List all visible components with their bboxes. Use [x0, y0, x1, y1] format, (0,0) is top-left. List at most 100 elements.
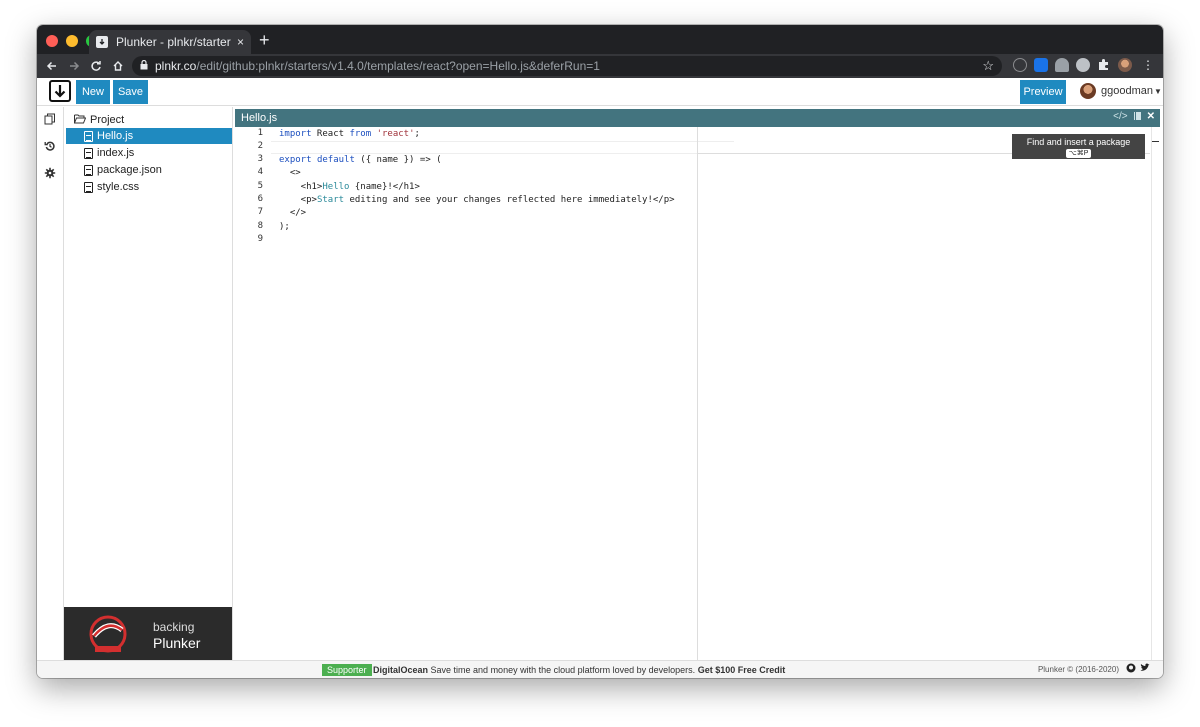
code-editor[interactable]: 1 2 3 4 5 6 7 8 9 import React from 'rea…	[235, 127, 1160, 660]
tooltip-text: Find and insert a package	[1026, 137, 1131, 147]
extension-info-icon[interactable]	[1013, 58, 1027, 72]
code-line-5: <h1>Hello {name}!</h1>	[279, 182, 420, 192]
tree-file-label: package.json	[97, 164, 162, 176]
tree-file-index-js[interactable]: index.js	[66, 145, 232, 161]
new-tab-button[interactable]: +	[259, 31, 270, 49]
tab-title: Plunker - plnkr/starters: Starte	[116, 35, 231, 49]
tree-folder-label: Project	[90, 114, 125, 126]
sponsor-line2: Plunker	[153, 635, 201, 651]
bookmark-star-icon[interactable]: ☆	[982, 58, 994, 74]
extension-drive-icon[interactable]	[1055, 58, 1069, 72]
line-number: 6	[257, 194, 263, 204]
tree-file-package-json[interactable]: package.json	[66, 162, 232, 178]
caret-down-icon: ▼	[1154, 86, 1162, 96]
tree-file-label: index.js	[97, 147, 135, 159]
ad-sponsor-name: DigitalOcean	[373, 665, 429, 675]
file-icon	[84, 130, 93, 142]
sponsor-line1: backing	[153, 620, 195, 634]
code-line-6: <p>Start editing and see your changes re…	[279, 195, 675, 205]
plunker-logo-icon[interactable]	[49, 80, 71, 102]
current-line-highlight	[271, 141, 734, 154]
ad-text: Save time and money with the cloud platf…	[430, 665, 696, 675]
twitter-icon[interactable]	[1140, 663, 1150, 675]
extension-abp-icon[interactable]	[1076, 58, 1090, 72]
extension-zoom-icon[interactable]	[1034, 58, 1048, 72]
line-number: 9	[257, 234, 263, 244]
close-window-button[interactable]	[46, 35, 58, 47]
left-rail	[37, 107, 64, 660]
line-number: 8	[257, 221, 263, 231]
copyright: Plunker © (2016-2020)	[1037, 665, 1119, 674]
folder-open-icon	[74, 114, 87, 127]
sponsor-text: backing Plunker	[153, 619, 200, 651]
url-host: plnkr.co	[155, 59, 197, 73]
back-icon[interactable]	[41, 55, 63, 77]
line-number: 1	[257, 128, 263, 138]
line-number: 4	[257, 167, 263, 177]
avatar	[1080, 83, 1096, 99]
line-number: 2	[257, 141, 263, 151]
package-book-icon[interactable]	[1133, 111, 1142, 124]
app-header: New Save Preview ggoodman ▼	[37, 78, 1163, 106]
code-line-3: export default ({ name }) => (	[279, 155, 442, 165]
editor-file-title: Hello.js	[241, 112, 278, 124]
url-path: /edit/github:plnkr/starters/v1.4.0/templ…	[196, 59, 600, 73]
home-icon[interactable]	[107, 55, 129, 77]
close-editor-icon[interactable]: ✕	[1147, 111, 1155, 124]
file-tree: Project Hello.js index.js package.json s…	[64, 107, 233, 660]
tree-file-label: style.css	[97, 181, 140, 193]
editor-print-margin	[697, 127, 698, 660]
tooltip-pointer	[1152, 141, 1159, 142]
footer: Supporter DigitalOcean Save time and mon…	[37, 660, 1163, 678]
preview-button[interactable]: Preview	[1020, 80, 1066, 104]
reload-icon[interactable]	[85, 55, 107, 77]
username-label: ggoodman	[1101, 85, 1153, 97]
tree-folder-project[interactable]: Project	[74, 112, 124, 128]
code-line-7: </>	[279, 208, 307, 218]
line-number: 5	[257, 181, 263, 191]
code-icon[interactable]: </>	[1113, 111, 1127, 124]
tree-file-label: Hello.js	[97, 130, 134, 142]
find-package-tooltip: Find and insert a package ⌥⌘P	[1012, 134, 1145, 159]
history-icon[interactable]	[44, 140, 56, 152]
browser-toolbar: plnkr.co/edit/github:plnkr/starters/v1.4…	[37, 54, 1163, 78]
code-line-4: <>	[279, 168, 301, 178]
save-button[interactable]: Save	[113, 80, 148, 104]
tree-file-style-css[interactable]: style.css	[66, 179, 232, 195]
file-icon	[84, 147, 93, 159]
tab-strip: Plunker - plnkr/starters: Starte × +	[37, 25, 1163, 54]
address-bar[interactable]: plnkr.co/edit/github:plnkr/starters/v1.4…	[132, 56, 1002, 76]
grid-sponsor-logo-icon	[89, 615, 127, 653]
tooltip-shortcut: ⌥⌘P	[1065, 149, 1092, 158]
files-icon[interactable]	[44, 113, 56, 125]
profile-avatar-icon[interactable]	[1118, 58, 1132, 72]
settings-gear-icon[interactable]	[44, 167, 56, 179]
browser-tab[interactable]: Plunker - plnkr/starters: Starte ×	[89, 30, 251, 54]
code-line-8: );	[279, 222, 290, 232]
forward-icon[interactable]	[63, 55, 85, 77]
supporter-badge[interactable]: Supporter	[322, 664, 372, 676]
sponsor-banner[interactable]: backing Plunker	[64, 607, 232, 660]
ad-cta: Get $100 Free Credit	[697, 665, 786, 675]
browser-menu-icon[interactable]: ⋮	[1141, 58, 1155, 72]
code-line-1: import React from 'react';	[279, 129, 420, 139]
tab-close-icon[interactable]: ×	[237, 35, 244, 49]
sponsor-ad[interactable]: DigitalOcean Save time and money with th…	[373, 664, 785, 676]
tree-file-hello-js[interactable]: Hello.js	[66, 128, 232, 144]
line-number: 7	[257, 207, 263, 217]
line-number: 3	[257, 154, 263, 164]
minimize-window-button[interactable]	[66, 35, 78, 47]
github-icon[interactable]	[1126, 663, 1136, 676]
user-menu[interactable]: ggoodman ▼	[1080, 83, 1162, 99]
extensions-puzzle-icon[interactable]	[1097, 58, 1111, 72]
file-icon	[84, 181, 93, 193]
editor-scrollbar[interactable]	[1151, 127, 1152, 660]
lock-icon	[140, 59, 148, 73]
editor-actions: </> ✕	[1113, 111, 1155, 124]
plunker-favicon-icon	[96, 36, 108, 48]
line-number-gutter: 1 2 3 4 5 6 7 8 9	[235, 127, 271, 660]
file-icon	[84, 164, 93, 176]
editor-header: Hello.js </> ✕	[235, 109, 1160, 127]
browser-window: Plunker - plnkr/starters: Starte × + pln…	[37, 25, 1163, 678]
new-button[interactable]: New	[76, 80, 110, 104]
